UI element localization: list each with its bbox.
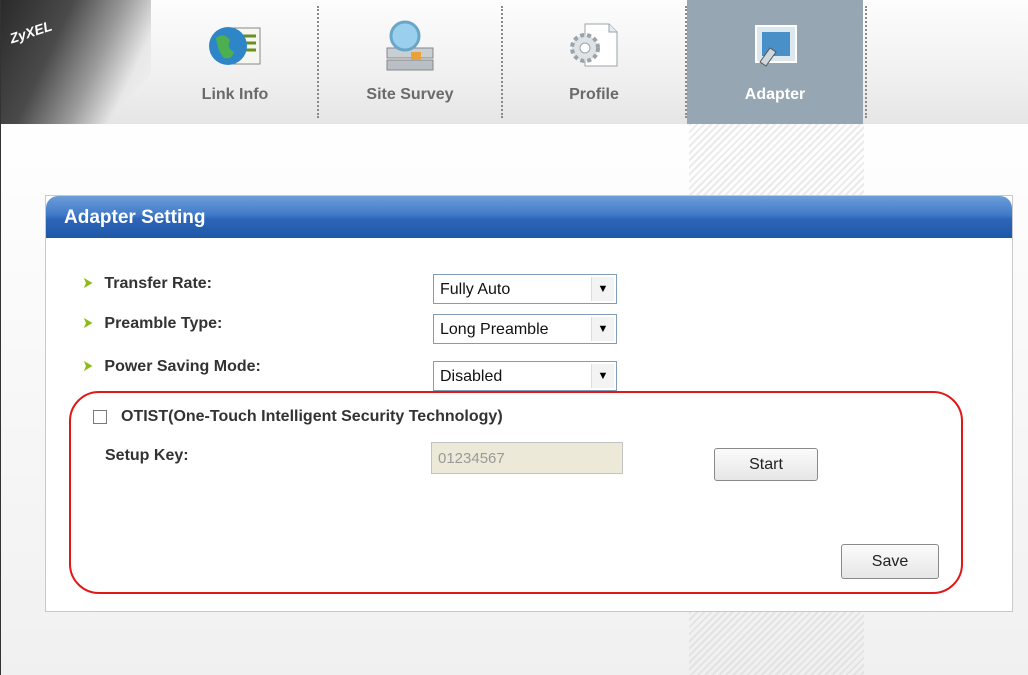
setup-key-field[interactable]: 01234567 [431, 442, 623, 474]
tab-adapter[interactable]: Adapter [687, 0, 863, 124]
tab-label: Site Survey [366, 86, 454, 103]
dropdown-arrow-icon[interactable]: ▼ [591, 277, 614, 301]
globe-document-icon [209, 27, 261, 65]
network-magnifier-icon [386, 20, 434, 71]
arrow-bullet-icon: ➤ [82, 275, 94, 292]
tab-label: Adapter [744, 86, 806, 103]
otist-label: OTIST(One-Touch Intelligent Security Tec… [121, 408, 503, 425]
panel-title: Adapter Setting [64, 207, 206, 228]
device-logo-image: ZyXEL [1, 0, 151, 124]
preamble-type-select[interactable]: Long Preamble ▼ [433, 314, 617, 344]
tab-profile[interactable]: Profile [503, 0, 685, 124]
power-saving-mode-label: ➤ Power Saving Mode: [82, 358, 261, 375]
tab-label: Profile [569, 86, 619, 103]
tab-link-info[interactable]: Link Info [153, 0, 317, 124]
panel-header: Adapter Setting [46, 196, 1012, 238]
brand-logo: ZyXEL [7, 17, 54, 47]
tab-bar: ZyXEL Link Info Site Survey Profile Adap… [1, 0, 1028, 125]
gear-document-icon [570, 23, 618, 67]
setup-key-label: Setup Key: [105, 447, 189, 464]
arrow-bullet-icon: ➤ [82, 315, 94, 332]
preamble-type-label: ➤ Preamble Type: [82, 315, 223, 332]
zyxel-utility-window: ZyXEL Link Info Site Survey Profile Adap… [0, 0, 1028, 675]
start-button[interactable]: Start [714, 448, 818, 481]
adapter-card-icon [755, 25, 797, 67]
otist-checkbox[interactable] [93, 410, 107, 424]
transfer-rate-label: ➤ Transfer Rate: [82, 275, 212, 292]
dropdown-arrow-icon[interactable]: ▼ [591, 364, 614, 388]
tab-label: Link Info [201, 86, 269, 103]
dropdown-arrow-icon[interactable]: ▼ [591, 317, 614, 341]
save-button[interactable]: Save [841, 544, 939, 579]
tab-site-survey[interactable]: Site Survey [319, 0, 501, 124]
arrow-bullet-icon: ➤ [82, 358, 94, 375]
power-saving-mode-select[interactable]: Disabled ▼ [433, 361, 617, 391]
transfer-rate-select[interactable]: Fully Auto ▼ [433, 274, 617, 304]
tab-divider [865, 6, 867, 118]
